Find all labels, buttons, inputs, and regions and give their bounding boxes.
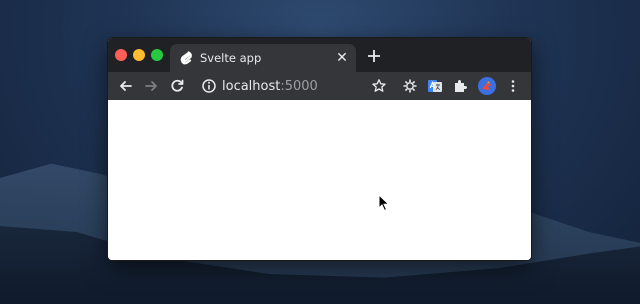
page-content[interactable] xyxy=(108,100,531,260)
avatar[interactable] xyxy=(478,77,496,95)
window-close-button[interactable] xyxy=(115,49,127,61)
translate-extension-icon[interactable] xyxy=(427,78,443,94)
arrow-right-icon[interactable] xyxy=(143,78,159,94)
tab-close-icon[interactable]: ✕ xyxy=(334,50,350,66)
svelte-favicon-icon xyxy=(180,51,192,65)
browser-window: Svelte app ✕ localhost:5000 xyxy=(107,37,532,261)
tab-svelte-app[interactable]: Svelte app ✕ xyxy=(170,44,356,72)
info-icon[interactable] xyxy=(201,78,217,94)
tab-strip: Svelte app ✕ xyxy=(108,38,531,72)
window-maximize-button[interactable] xyxy=(151,49,163,61)
star-icon[interactable] xyxy=(371,78,387,94)
arrow-left-icon[interactable] xyxy=(118,78,134,94)
toolbar: localhost:5000 xyxy=(108,72,531,100)
mouse-pointer-icon xyxy=(378,194,390,212)
gear-extension-icon[interactable] xyxy=(402,78,418,94)
url-host: localhost xyxy=(222,79,281,94)
address-bar[interactable]: localhost:5000 xyxy=(222,79,318,94)
tab-title: Svelte app xyxy=(200,51,262,65)
puzzle-icon[interactable] xyxy=(452,78,468,94)
avatar-bird-icon xyxy=(482,81,492,90)
plus-icon[interactable] xyxy=(366,48,382,64)
url-port: :5000 xyxy=(280,79,318,94)
window-minimize-button[interactable] xyxy=(133,49,145,61)
kebab-menu-icon[interactable] xyxy=(505,78,521,94)
reload-icon[interactable] xyxy=(169,78,185,94)
